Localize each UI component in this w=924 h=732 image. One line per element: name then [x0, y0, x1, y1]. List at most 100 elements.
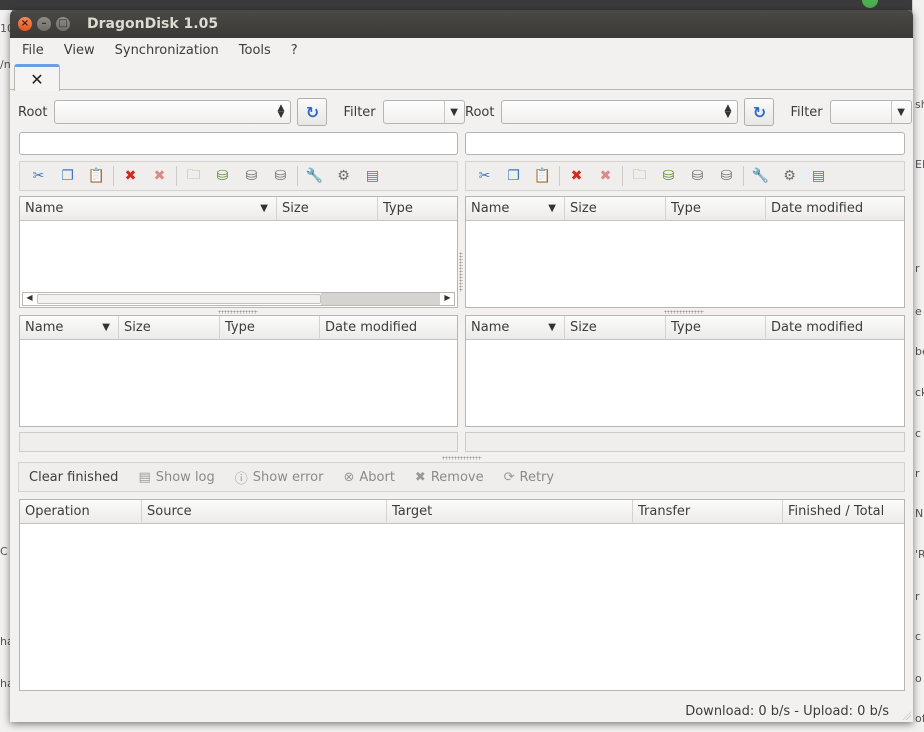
delete-icon[interactable]: ✖ — [121, 166, 141, 186]
scrollbar-thumb[interactable] — [37, 294, 321, 304]
column-size[interactable]: Size — [277, 197, 378, 221]
bucket-properties-icon[interactable]: ⛁ — [271, 166, 291, 186]
show-error-button[interactable]: ⓘ Show error — [235, 468, 324, 487]
column-name[interactable]: Name ▼ — [466, 316, 565, 340]
splitter-handle[interactable] — [218, 310, 258, 314]
right-root-combo[interactable]: ▲ ▼ — [501, 100, 739, 124]
copy-icon[interactable]: ❐ — [58, 166, 78, 186]
maximize-window-button[interactable]: □ — [56, 17, 70, 31]
bucket-icon[interactable]: ⛁ — [688, 166, 708, 186]
abort-button[interactable]: ⊗ Abort — [343, 470, 394, 485]
right-path-input[interactable] — [465, 132, 905, 155]
retry-button[interactable]: ⟳ Retry — [504, 470, 555, 485]
menu-help[interactable]: ? — [285, 43, 304, 58]
show-log-button[interactable]: ▤ Show log — [138, 470, 214, 485]
scroll-left-icon[interactable]: ◀ — [23, 292, 36, 304]
remove-icon: ✖ — [414, 469, 426, 485]
close-window-button[interactable]: × — [18, 17, 32, 31]
right-filter-combo[interactable]: ▼ — [829, 100, 912, 124]
left-file-list[interactable]: Name ▼ Size Type Date modified — [19, 315, 458, 427]
splitter-handle[interactable] — [442, 456, 482, 460]
status-bar: Download: 0 b/s - Upload: 0 b/s — [10, 700, 913, 722]
column-size[interactable]: Size — [565, 197, 666, 221]
resize-grip-icon[interactable] — [901, 710, 911, 720]
column-type[interactable]: Type — [666, 197, 766, 221]
splitter-handle[interactable] — [459, 252, 463, 292]
column-target[interactable]: Target — [387, 500, 633, 524]
delete-all-icon[interactable]: ✖ — [150, 166, 170, 186]
remove-button[interactable]: ✖ Remove — [415, 470, 484, 485]
column-label: Size — [124, 320, 151, 335]
settings-icon[interactable]: ⚙ — [780, 166, 800, 186]
copy-icon[interactable]: ❐ — [504, 166, 524, 186]
add-bucket-icon[interactable]: ⛁ — [213, 166, 233, 186]
new-folder-icon[interactable]: 🗀 — [630, 166, 650, 186]
sort-chevron-icon: ▼ — [260, 203, 268, 214]
column-finished-total[interactable]: Finished / Total — [783, 500, 904, 524]
bg-text: r — [915, 590, 920, 603]
abort-icon: ⊗ — [343, 469, 355, 485]
column-size[interactable]: Size — [119, 316, 220, 340]
delete-icon[interactable]: ✖ — [567, 166, 587, 186]
menu-tools[interactable]: Tools — [233, 43, 277, 58]
column-name[interactable]: Name ▼ — [20, 316, 119, 340]
right-root-label: Root — [465, 104, 495, 120]
properties-icon[interactable]: 🔧 — [751, 166, 771, 186]
left-refresh-button[interactable]: ↻ — [297, 98, 328, 126]
column-date-modified[interactable]: Date modified — [766, 197, 904, 221]
left-root-row: Root ▲ ▼ ↻ Filter ▼ — [18, 98, 465, 126]
refresh-icon: ↻ — [305, 102, 320, 122]
bucket-icon[interactable]: ⛁ — [242, 166, 262, 186]
column-name[interactable]: Name ▼ — [20, 197, 277, 221]
column-operation[interactable]: Operation — [20, 500, 142, 524]
column-type[interactable]: Type — [220, 316, 320, 340]
properties-icon[interactable]: 🔧 — [305, 166, 325, 186]
clear-finished-button[interactable]: Clear finished — [29, 470, 118, 485]
column-transfer[interactable]: Transfer — [633, 500, 783, 524]
view-menu-icon[interactable]: ▤ — [363, 166, 383, 186]
settings-icon[interactable]: ⚙ — [334, 166, 354, 186]
left-folder-list[interactable]: Name ▼ Size Type ◀ ▶ — [19, 196, 458, 308]
minimize-window-button[interactable]: – — [37, 17, 51, 31]
column-size[interactable]: Size — [565, 316, 666, 340]
tab-session[interactable]: ✕ — [14, 64, 60, 91]
right-refresh-button[interactable]: ↻ — [744, 98, 775, 126]
log-icon: ▤ — [138, 469, 151, 485]
column-name[interactable]: Name ▼ — [466, 197, 565, 221]
title-bar[interactable]: × – □ DragonDisk 1.05 — [10, 10, 913, 38]
column-type[interactable]: Type — [378, 197, 457, 221]
scrollbar-trough[interactable] — [321, 293, 440, 305]
paste-icon[interactable]: 📋 — [533, 166, 553, 186]
spin-arrows-icon: ▲ ▼ — [277, 103, 285, 120]
left-filter-combo[interactable]: ▼ — [382, 100, 465, 124]
transfer-queue-list[interactable]: Operation Source Target Transfer Finishe… — [19, 499, 905, 691]
menu-file[interactable]: File — [16, 43, 50, 58]
column-type[interactable]: Type — [666, 316, 766, 340]
add-bucket-icon[interactable]: ⛁ — [659, 166, 679, 186]
left-root-combo[interactable]: ▲ ▼ — [54, 100, 292, 124]
cut-icon[interactable]: ✂ — [29, 166, 49, 186]
scroll-right-icon[interactable]: ▶ — [441, 292, 454, 304]
menu-view[interactable]: View — [58, 43, 101, 58]
left-horizontal-scrollbar[interactable]: ◀ ▶ — [22, 292, 455, 306]
column-label: Date modified — [771, 201, 864, 216]
new-folder-icon[interactable]: 🗀 — [184, 166, 204, 186]
right-file-list[interactable]: Name ▼ Size Type Date modified — [465, 315, 905, 427]
bg-text: sh — [915, 98, 924, 111]
paste-icon[interactable]: 📋 — [87, 166, 107, 186]
menu-synchronization[interactable]: Synchronization — [109, 43, 225, 58]
column-source[interactable]: Source — [142, 500, 387, 524]
column-date-modified[interactable]: Date modified — [320, 316, 457, 340]
delete-all-icon[interactable]: ✖ — [596, 166, 616, 186]
column-date-modified[interactable]: Date modified — [766, 316, 904, 340]
chevron-down-icon: ▼ — [890, 101, 911, 123]
cut-icon[interactable]: ✂ — [475, 166, 495, 186]
bucket-properties-icon[interactable]: ⛁ — [717, 166, 737, 186]
view-menu-icon[interactable]: ▤ — [809, 166, 829, 186]
close-tab-icon[interactable]: ✕ — [30, 70, 43, 89]
splitter-handle[interactable] — [664, 310, 704, 314]
column-label: Target — [392, 504, 433, 519]
right-folder-list[interactable]: Name ▼ Size Type Date modified — [465, 196, 905, 308]
queue-toolbar: Clear finished ▤ Show log ⓘ Show error ⊗ Ab… — [18, 462, 905, 492]
left-path-input[interactable] — [19, 132, 458, 155]
